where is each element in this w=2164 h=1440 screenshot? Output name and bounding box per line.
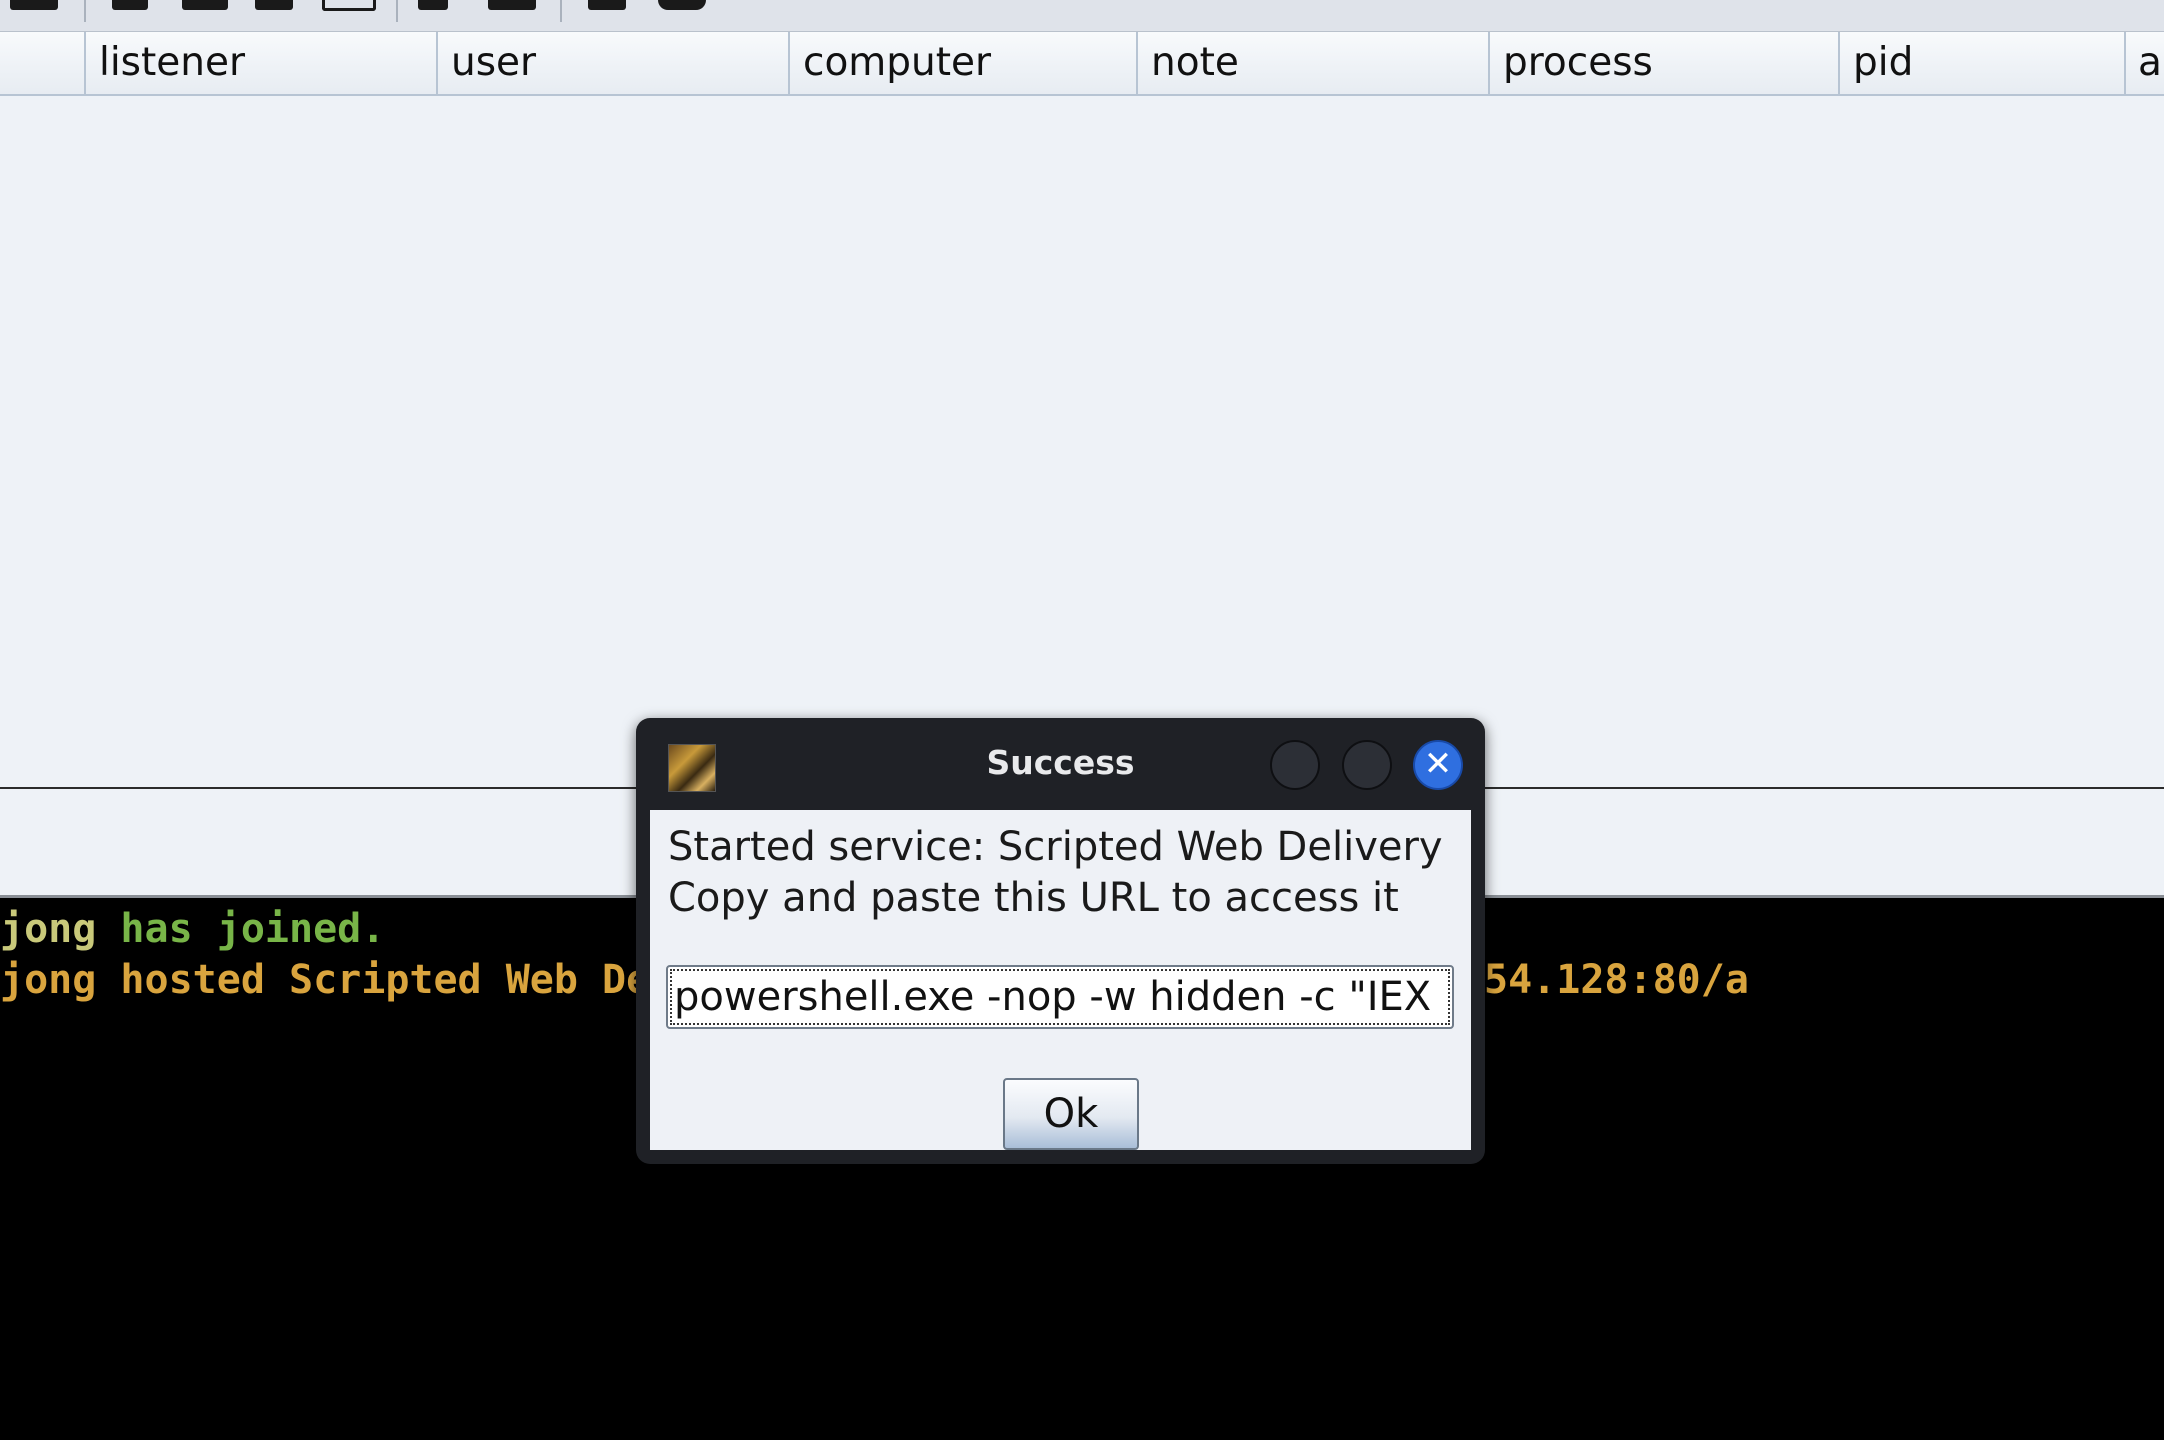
log-line: jong hosted Scripted Web De bbox=[0, 957, 650, 1003]
toolbar bbox=[0, 0, 2164, 32]
log-text: 54.128:80/a bbox=[1484, 957, 1749, 1003]
url-field[interactable] bbox=[666, 965, 1454, 1029]
toolbar-icon-4[interactable] bbox=[255, 0, 293, 10]
sessions-table[interactable]: listener user computer note process pid … bbox=[0, 32, 2164, 788]
column-header-computer[interactable]: computer bbox=[788, 32, 1136, 94]
toolbar-separator bbox=[560, 0, 562, 22]
log-line: jong has joined. bbox=[0, 906, 385, 952]
dialog-message-line1: Started service: Scripted Web Delivery bbox=[668, 824, 1443, 870]
column-header-process[interactable]: process bbox=[1488, 32, 1838, 94]
ok-button[interactable]: Ok bbox=[1003, 1078, 1139, 1150]
toolbar-icon-6[interactable] bbox=[418, 0, 448, 10]
column-header-pid[interactable]: pid bbox=[1838, 32, 2124, 94]
close-button[interactable]: ✕ bbox=[1413, 740, 1463, 790]
maximize-button[interactable] bbox=[1342, 740, 1392, 790]
toolbar-icon-5[interactable] bbox=[322, 0, 376, 11]
table-header: listener user computer note process pid … bbox=[0, 32, 2164, 96]
close-icon: ✕ bbox=[1423, 744, 1453, 784]
column-header-icon[interactable] bbox=[0, 32, 84, 94]
dialog-body: Started service: Scripted Web Delivery C… bbox=[650, 810, 1471, 1150]
toolbar-icon-2[interactable] bbox=[112, 0, 148, 10]
column-header-listener[interactable]: listener bbox=[84, 32, 436, 94]
toolbar-icon-7[interactable] bbox=[488, 0, 536, 10]
success-dialog: Success ✕ Started service: Scripted Web … bbox=[636, 718, 1485, 1164]
toolbar-separator bbox=[396, 0, 398, 22]
app-logo-icon bbox=[668, 744, 716, 792]
toolbar-icon-8[interactable] bbox=[588, 0, 626, 10]
log-text: has joined. bbox=[96, 906, 386, 952]
log-user: jong bbox=[0, 906, 97, 952]
toolbar-separator bbox=[84, 0, 86, 22]
app-window: listener user computer note process pid … bbox=[0, 0, 2164, 1440]
column-header-note[interactable]: note bbox=[1136, 32, 1488, 94]
column-header-arch[interactable]: a bbox=[2124, 32, 2164, 94]
toolbar-icon-9[interactable] bbox=[658, 0, 706, 10]
log-text: jong hosted Scripted Web De bbox=[0, 957, 651, 1003]
dialog-titlebar[interactable]: Success ✕ bbox=[636, 718, 1485, 808]
dialog-message-line2: Copy and paste this URL to access it bbox=[668, 875, 1399, 921]
toolbar-icon-3[interactable] bbox=[182, 0, 228, 10]
toolbar-icon-1[interactable] bbox=[10, 0, 58, 10]
column-header-user[interactable]: user bbox=[436, 32, 788, 94]
log-line-tail: 54.128:80/a bbox=[1484, 957, 1749, 1003]
minimize-button[interactable] bbox=[1270, 740, 1320, 790]
